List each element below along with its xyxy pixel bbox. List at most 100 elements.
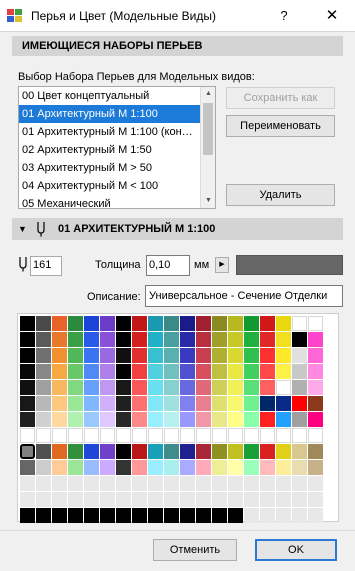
color-swatch[interactable] [244, 348, 259, 363]
color-swatch[interactable] [20, 332, 35, 347]
color-swatch[interactable] [68, 380, 83, 395]
color-swatch[interactable] [148, 508, 163, 523]
color-swatch[interactable] [260, 444, 275, 459]
color-swatch[interactable] [36, 460, 51, 475]
color-swatch[interactable] [212, 460, 227, 475]
color-swatch[interactable] [36, 348, 51, 363]
color-swatch[interactable] [244, 412, 259, 427]
color-swatch[interactable] [68, 316, 83, 331]
color-swatch[interactable] [148, 460, 163, 475]
color-swatch[interactable] [180, 460, 195, 475]
thickness-arrow-button[interactable]: ▶ [215, 257, 229, 273]
color-swatch[interactable] [100, 348, 115, 363]
pen-set-list[interactable]: 00 Цвет концептуальный 01 Архитектурный М… [18, 86, 216, 209]
color-swatch[interactable] [68, 396, 83, 411]
color-swatch[interactable] [180, 412, 195, 427]
color-swatch[interactable] [308, 316, 323, 331]
color-swatch[interactable] [100, 396, 115, 411]
color-swatch[interactable] [68, 444, 83, 459]
color-swatch[interactable] [116, 396, 131, 411]
color-swatch[interactable] [20, 460, 35, 475]
color-swatch[interactable] [36, 492, 51, 507]
color-swatch[interactable] [100, 364, 115, 379]
color-swatch[interactable] [244, 364, 259, 379]
color-swatch[interactable] [84, 508, 99, 523]
color-swatch[interactable] [244, 492, 259, 507]
color-swatch[interactable] [292, 380, 307, 395]
color-swatch[interactable] [228, 348, 243, 363]
color-swatch[interactable] [20, 508, 35, 523]
color-swatch[interactable] [148, 444, 163, 459]
color-swatch[interactable] [36, 428, 51, 443]
color-swatch[interactable] [196, 508, 211, 523]
color-swatch[interactable] [52, 476, 67, 491]
color-swatch[interactable] [52, 412, 67, 427]
color-swatch[interactable] [52, 332, 67, 347]
color-swatch[interactable] [100, 460, 115, 475]
cancel-button[interactable]: Отменить [153, 539, 237, 561]
close-button[interactable]: ✕ [318, 5, 346, 27]
color-swatch[interactable] [20, 316, 35, 331]
color-swatch[interactable] [164, 492, 179, 507]
color-swatch[interactable] [196, 460, 211, 475]
color-swatch[interactable] [180, 476, 195, 491]
color-swatch[interactable] [68, 476, 83, 491]
color-swatch[interactable] [148, 332, 163, 347]
color-swatch[interactable] [276, 332, 291, 347]
color-swatch[interactable] [52, 508, 67, 523]
color-swatch[interactable] [228, 332, 243, 347]
color-swatch[interactable] [308, 412, 323, 427]
color-swatch[interactable] [180, 316, 195, 331]
color-swatch[interactable] [84, 364, 99, 379]
rename-button[interactable]: Переименовать [226, 115, 335, 137]
color-swatch[interactable] [148, 476, 163, 491]
pen-set-list-item[interactable]: 05 Механический [19, 195, 201, 208]
color-swatch[interactable] [52, 316, 67, 331]
color-swatch[interactable] [100, 508, 115, 523]
color-swatch[interactable] [212, 508, 227, 523]
color-swatch[interactable] [84, 412, 99, 427]
color-swatch[interactable] [132, 396, 147, 411]
color-swatch[interactable] [292, 364, 307, 379]
color-swatch[interactable] [132, 364, 147, 379]
color-swatch[interactable] [132, 412, 147, 427]
color-swatch[interactable] [260, 460, 275, 475]
color-swatch[interactable] [276, 508, 291, 523]
color-swatch[interactable] [148, 364, 163, 379]
color-swatch[interactable] [292, 476, 307, 491]
color-swatch[interactable] [196, 444, 211, 459]
color-swatch[interactable] [212, 492, 227, 507]
color-swatch[interactable] [228, 444, 243, 459]
color-swatch[interactable] [52, 380, 67, 395]
pen-set-list-scrollbar[interactable]: ▲ ▼ [200, 87, 215, 208]
color-swatch[interactable] [20, 396, 35, 411]
color-swatch[interactable] [228, 364, 243, 379]
color-swatch[interactable] [100, 476, 115, 491]
color-swatch[interactable] [212, 412, 227, 427]
color-swatch[interactable] [84, 444, 99, 459]
color-swatch[interactable] [276, 348, 291, 363]
color-swatch[interactable] [84, 396, 99, 411]
color-swatch[interactable] [52, 428, 67, 443]
color-swatch[interactable] [276, 460, 291, 475]
color-swatch[interactable] [148, 380, 163, 395]
color-swatch[interactable] [244, 316, 259, 331]
color-swatch[interactable] [68, 348, 83, 363]
pen-set-list-item[interactable]: 01 Архитектурный М 1:100 [19, 105, 201, 123]
color-swatch[interactable] [276, 492, 291, 507]
color-swatch[interactable] [196, 348, 211, 363]
color-swatch[interactable] [52, 492, 67, 507]
color-swatch[interactable] [52, 364, 67, 379]
color-swatch[interactable] [180, 492, 195, 507]
color-swatch[interactable] [84, 316, 99, 331]
color-swatch[interactable] [148, 316, 163, 331]
color-swatch[interactable] [20, 348, 35, 363]
color-swatch[interactable] [260, 428, 275, 443]
color-swatch[interactable] [132, 444, 147, 459]
color-swatch[interactable] [228, 428, 243, 443]
color-swatch[interactable] [68, 364, 83, 379]
color-swatch[interactable] [100, 492, 115, 507]
color-swatch[interactable] [212, 428, 227, 443]
color-swatch[interactable] [68, 412, 83, 427]
color-swatch[interactable] [292, 492, 307, 507]
